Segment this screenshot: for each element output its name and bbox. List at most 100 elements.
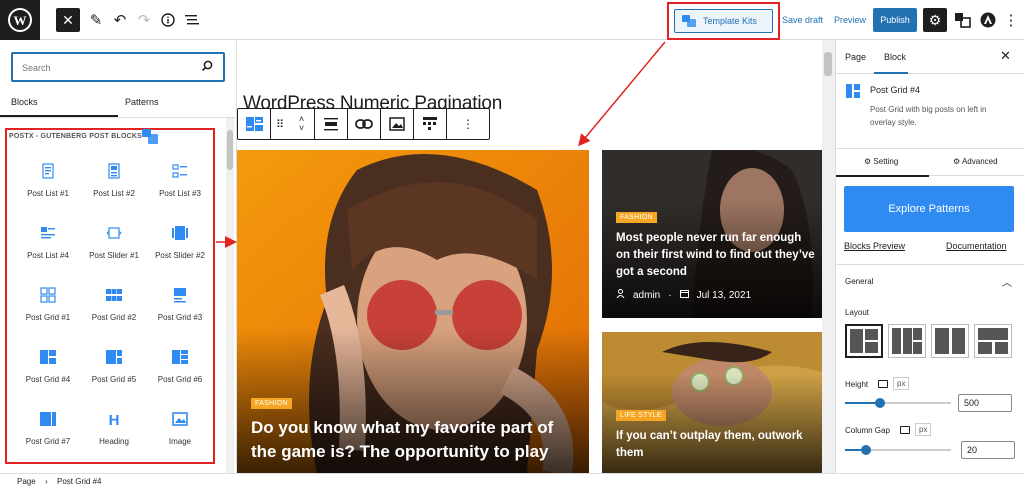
redo-icon[interactable]: ↷: [132, 8, 156, 32]
inserter-scrollbar-thumb[interactable]: [227, 130, 233, 170]
block-item-label: Post Grid #7: [25, 437, 71, 446]
tab-setting[interactable]: ⚙ Setting: [864, 157, 898, 166]
search-icon: [201, 60, 213, 75]
post-grid-7-icon: [40, 411, 56, 427]
block-item-label: Heading: [99, 437, 129, 446]
editor-top-bar: W ✕ ✎ ↶ ↷ Template Kits Save draft Previ…: [0, 0, 1024, 40]
featured-post-large[interactable]: FASHION Do you know what my favorite par…: [237, 150, 589, 473]
astra-logo-icon[interactable]: [976, 8, 1000, 32]
template-kits-highlight: Template Kits: [667, 2, 780, 40]
preview-button[interactable]: Preview: [834, 15, 866, 25]
breadcrumb-separator: ›: [45, 477, 48, 486]
details-info-icon[interactable]: [156, 8, 180, 32]
tab-advanced-label: Advanced: [961, 157, 998, 166]
block-item[interactable]: Post List #1: [14, 153, 82, 203]
layout-option-3[interactable]: [931, 324, 969, 358]
block-item[interactable]: Post Grid #6: [146, 339, 214, 389]
block-name: Post Grid #4: [870, 85, 921, 95]
close-inserter-icon[interactable]: ✕: [56, 8, 80, 32]
layout-option-4[interactable]: [974, 324, 1012, 358]
sidebar-tabs: Page Block ✕: [836, 40, 1024, 74]
block-item-label: Image: [168, 437, 192, 446]
post-title[interactable]: Do you know what my favorite part of the…: [251, 416, 581, 464]
post-slider-2-icon: [172, 225, 188, 241]
gap-unit[interactable]: px: [915, 423, 932, 436]
post-card-2[interactable]: FASHION Most people never run far enough…: [602, 150, 822, 318]
layout-option-1[interactable]: [845, 324, 883, 358]
block-item[interactable]: Post Grid #3: [146, 277, 214, 327]
list-view-icon[interactable]: [180, 8, 204, 32]
block-item[interactable]: H Heading: [80, 401, 148, 451]
image-settings-icon[interactable]: [381, 109, 414, 139]
post-title[interactable]: Most people never run far enough on thei…: [616, 230, 816, 281]
height-input[interactable]: 500: [958, 394, 1012, 412]
tab-patterns[interactable]: Patterns: [125, 97, 159, 107]
block-options-icon[interactable]: ⋮: [447, 109, 489, 139]
block-item[interactable]: Post Grid #4: [14, 339, 82, 389]
block-item[interactable]: Post Grid #2: [80, 277, 148, 327]
height-slider-knob[interactable]: [874, 398, 885, 408]
post-category-tag[interactable]: FASHION: [251, 398, 292, 409]
post-category-tag[interactable]: FASHION: [616, 212, 657, 223]
close-sidebar-icon[interactable]: ✕: [1000, 48, 1011, 64]
layout-option-2[interactable]: [888, 324, 926, 358]
height-unit[interactable]: px: [893, 377, 910, 390]
post-grid-5-icon: [106, 349, 122, 365]
block-search-input[interactable]: Search: [11, 52, 225, 82]
canvas-scrollbar-thumb[interactable]: [824, 52, 832, 76]
block-item[interactable]: Post List #4: [14, 215, 82, 265]
block-item[interactable]: Post List #3: [146, 153, 214, 203]
publish-button[interactable]: Publish: [873, 8, 917, 32]
undo-icon[interactable]: ↶: [108, 8, 132, 32]
calendar-icon: [679, 289, 689, 301]
drag-handle-icon[interactable]: ⠿: [271, 109, 289, 139]
tab-block[interactable]: Block: [884, 52, 906, 62]
gap-slider-knob[interactable]: [861, 445, 872, 455]
block-item[interactable]: Post Slider #1: [80, 215, 148, 265]
explore-patterns-button[interactable]: Explore Patterns: [844, 186, 1014, 232]
post-card-3[interactable]: LIFE STYLE If you can’t outplay them, ou…: [602, 332, 822, 473]
documentation-link[interactable]: Documentation: [946, 241, 1007, 251]
block-item[interactable]: Image: [146, 401, 214, 451]
layout-table-icon[interactable]: [414, 109, 447, 139]
tab-setting-label: Setting: [873, 157, 899, 166]
align-wide-icon[interactable]: [315, 109, 348, 139]
post-list-1-icon: [40, 163, 56, 179]
block-item[interactable]: Post List #2: [80, 153, 148, 203]
desktop-device-icon[interactable]: [878, 380, 888, 388]
template-kits-button[interactable]: Template Kits: [674, 9, 773, 33]
pencil-tools-icon[interactable]: ✎: [84, 8, 108, 32]
link-icon[interactable]: [348, 109, 381, 139]
block-item[interactable]: Post Grid #5: [80, 339, 148, 389]
save-draft-button[interactable]: Save draft: [782, 15, 823, 25]
tab-advanced[interactable]: ⚙ Advanced: [953, 157, 998, 166]
general-section-header[interactable]: General ︿: [836, 264, 1024, 298]
wordpress-logo-icon[interactable]: W: [0, 0, 40, 40]
post-author[interactable]: admin: [633, 290, 660, 301]
postx-dashboard-icon[interactable]: [951, 8, 975, 32]
post-category-tag[interactable]: LIFE STYLE: [616, 410, 666, 421]
tab-blocks[interactable]: Blocks: [11, 97, 38, 107]
desktop-device-icon[interactable]: [900, 426, 910, 434]
layout-label: Layout: [845, 308, 870, 317]
breadcrumb-block[interactable]: Post Grid #4: [57, 477, 101, 486]
inserter-scrollbar[interactable]: [226, 118, 234, 473]
blocks-preview-link[interactable]: Blocks Preview: [844, 241, 905, 251]
block-item[interactable]: Post Slider #2: [146, 215, 214, 265]
canvas-scrollbar[interactable]: [822, 40, 836, 473]
block-item-label: Post Grid #4: [25, 375, 71, 384]
post-grid-1-icon: [40, 287, 56, 303]
heading-icon: H: [106, 411, 122, 429]
block-item[interactable]: Post Grid #1: [14, 277, 82, 327]
block-type-postgrid-icon[interactable]: [238, 109, 271, 139]
column-gap-input[interactable]: 20: [961, 441, 1015, 459]
options-kebab-icon[interactable]: ⋮: [1004, 8, 1019, 32]
block-item[interactable]: Post Grid #7: [14, 401, 82, 451]
post-grid-4-icon: [40, 349, 56, 365]
template-kits-icon: [682, 15, 696, 27]
post-title[interactable]: If you can’t outplay them, outwork them: [616, 428, 816, 462]
breadcrumb-page[interactable]: Page: [17, 477, 36, 486]
tab-page[interactable]: Page: [845, 52, 866, 62]
move-up-down-icon[interactable]: ˄ ˅: [289, 109, 315, 139]
settings-gear-icon[interactable]: ⚙: [923, 8, 947, 32]
